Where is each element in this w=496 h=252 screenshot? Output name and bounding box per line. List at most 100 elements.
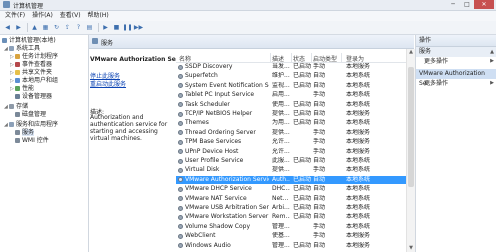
gear-icon [178,92,183,98]
restart-service-icon[interactable]: ▶▶ [134,23,143,32]
actions-section-selected-service[interactable]: VMware Authorization Se... [416,69,496,87]
service-row[interactable]: WebClient 使基... 手动 本地服务 [176,232,414,240]
submenu-arrow-icon[interactable]: ▶ [490,58,494,64]
service-row[interactable]: Tablet PC Input Service 启用... 手动 本地系统 [176,91,414,99]
close-button[interactable]: ✕ [474,0,494,9]
stop-service-icon[interactable]: ■ [112,23,121,32]
column-header-status[interactable]: 状态 [293,54,305,63]
folder-icon [15,69,20,75]
service-logon-cell: 本地系统 [346,175,371,183]
service-row[interactable]: VMware Authorization Service Auth... 已启动 自动… [176,175,414,184]
service-row[interactable]: Virtual Disk 提供... 手动 本地系统 [176,166,414,174]
services-panel-title: 服务 [101,40,114,47]
service-row[interactable]: Windows Audio 管理... 已启动 自动 本地服务 [176,242,414,250]
menu-view[interactable]: 查看(V) [60,11,81,21]
menu-help[interactable]: 帮助(H) [88,11,109,21]
column-divider[interactable] [270,53,271,62]
service-status-cell: 已启动 [293,157,311,164]
services-list-scrollbar[interactable]: ▲ ▼ [406,49,415,252]
tree-item-device-manager[interactable]: 设备管理器 [15,93,52,101]
column-divider[interactable] [341,53,342,62]
column-divider[interactable] [311,53,312,62]
service-description-cell: 维护... [272,72,290,80]
service-description-cell: Arbi... [272,204,290,211]
export-icon[interactable]: ⇪ [63,23,72,32]
collapse-icon[interactable]: ▲ [490,47,494,57]
column-header-startup-type[interactable]: 启动类型 [313,54,337,63]
maximize-button[interactable]: □ [460,0,474,9]
service-status-cell: 已启动 [293,194,311,202]
more-actions-selected-service[interactable]: 更多操作 [424,80,448,88]
gear-icon [178,64,183,70]
service-logon-cell: 本地系统 [346,222,371,230]
back-icon[interactable]: ◀ [3,23,12,32]
service-row[interactable]: TCP/IP NetBIOS Helper 提供... 已启动 自动 本地服务 [176,110,414,118]
toolbar-separator [27,23,28,32]
service-row[interactable]: User Profile Service 此服... 已启动 自动 本地系统 [176,157,414,165]
service-row[interactable]: VMware DHCP Service DHC... 已启动 自动 本地系统 [176,185,414,193]
tree-item-services[interactable]: 服务 [15,129,35,137]
service-row[interactable]: VMware NAT Service Net... 已启动 自动 本地系统 [176,195,414,203]
minimize-button[interactable]: ─ [446,0,460,9]
submenu-arrow-icon[interactable]: ▶ [490,80,494,86]
gear-icon [178,158,183,164]
refresh-icon[interactable]: ↻ [52,23,61,32]
service-row[interactable]: System Event Notification Service监视...已启… [176,82,414,90]
restart-service-link[interactable]: 重启动此服务 [90,79,126,88]
service-row[interactable]: Superfetch 维护... 已启动 自动 本地系统 [176,72,414,80]
scroll-up-icon[interactable]: ▲ [407,49,415,56]
help-icon[interactable]: ? [74,23,83,32]
show-hide-tree-icon[interactable]: ▦ [41,23,50,32]
scrollbar-thumb[interactable] [408,67,414,187]
service-name-cell: VMware NAT Service [185,194,247,202]
scroll-down-icon[interactable]: ▼ [407,245,415,252]
start-service-icon[interactable]: ▶ [101,23,110,32]
service-description-cell: 管理... [272,241,290,249]
menu-file[interactable]: 文件(F) [5,11,25,21]
actions-section-services[interactable]: 服务 ▲ [416,47,496,57]
service-row[interactable]: VMware USB Arbitration ServiceArbi...已启动… [176,204,414,212]
tree-item-system-tools[interactable]: ◢ 系统工具 [4,45,40,53]
tree-item-local-users[interactable]: ▷ 本地用户和组 [10,77,58,85]
service-row[interactable]: Themes 为用... 已启动 自动 本地系统 [176,119,414,127]
service-description-cell: 为用... [272,119,290,127]
tree-item-services-and-apps[interactable]: ◢ 服务和应用程序 [4,121,58,129]
service-status-cell: 已启动 [293,213,311,221]
menu-action[interactable]: 操作(A) [32,11,53,21]
tree-item-computer-management[interactable]: 计算机管理(本地) [2,37,56,45]
service-description-cell: Auth... [272,175,290,183]
computer-icon [2,37,7,43]
column-header-name[interactable]: 名称 [179,54,191,63]
service-row[interactable]: SSDP Discovery 当发... 已启动 手动 本地服务 [176,63,414,71]
service-row[interactable]: UPnP Device Host 允许... 手动 本地服务 [176,148,414,156]
tree-item-task-scheduler[interactable]: ▷ 任务计划程序 [10,53,58,61]
service-row[interactable]: Volume Shadow Copy 管理... 手动 本地系统 [176,223,414,231]
column-header-description[interactable]: 描述 [272,54,284,63]
column-divider[interactable] [291,53,292,62]
description-text: Authorization and authentication service… [90,114,168,142]
tree-item-wmi-control[interactable]: WMI 控件 [15,137,49,145]
tree-item-event-viewer[interactable]: ▷ 事件查看器 [10,61,52,69]
service-startup-type-cell: 自动 [313,81,326,89]
tree-item-performance[interactable]: ▷ 性能 [10,85,34,93]
service-row[interactable]: VMware Workstation Server Rem... 已启动 自动 本地系统 [176,213,414,221]
service-row[interactable]: Thread Ordering Server 提供... 手动 本地服务 [176,129,414,137]
up-level-icon[interactable]: ▲ [30,23,39,32]
tree-item-shared-folders[interactable]: ▷ 共享文件夹 [10,69,52,77]
service-startup-type-cell: 手动 [313,63,326,70]
column-header-logon[interactable]: 登录为 [346,54,364,63]
pause-service-icon[interactable]: ❚❚ [122,23,132,32]
more-actions-services[interactable]: 更多操作 [424,58,448,66]
service-startup-type-cell: 手动 [313,147,326,155]
forward-icon[interactable]: ▶ [14,23,23,32]
storage-icon [9,103,14,109]
disk-icon [15,111,20,117]
service-row[interactable]: TPM Base Services 允许... 手动 本地服务 [176,138,414,146]
service-name-cell: VMware DHCP Service [185,185,252,193]
tree-item-storage[interactable]: ◢ 存储 [4,103,28,111]
service-row[interactable]: Task Scheduler 使用... 已启动 自动 本地系统 [176,101,414,109]
tree-item-disk-management[interactable]: 磁盘管理 [15,111,46,119]
properties-icon[interactable]: ▤ [85,23,94,32]
gear-icon [178,214,183,220]
service-name-cell: UPnP Device Host [185,147,239,155]
